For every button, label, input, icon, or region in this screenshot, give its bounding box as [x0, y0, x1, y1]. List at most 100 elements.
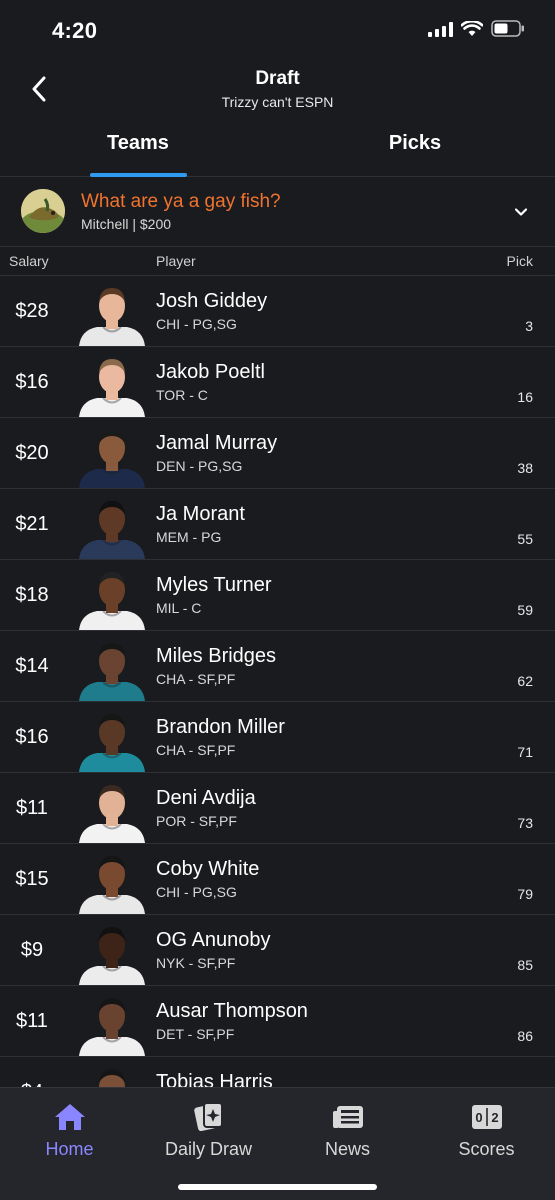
team-owner-budget: Mitchell | $200 [81, 216, 172, 232]
player-team-position: CHA - SF,PF [156, 671, 236, 687]
player-salary: $28 [15, 300, 49, 322]
column-player: Player [156, 253, 196, 269]
table-row[interactable]: $18 Myles Turner MIL - C 59 [0, 560, 555, 631]
player-team-position: POR - SF,PF [156, 813, 237, 829]
signal-icon [428, 21, 453, 37]
player-team-position: NYK - SF,PF [156, 955, 236, 971]
player-headshot [75, 850, 149, 914]
player-salary: $18 [15, 584, 49, 606]
player-name: Deni Avdija [156, 787, 256, 809]
player-salary: $14 [15, 655, 49, 677]
player-salary: $16 [15, 371, 49, 393]
player-pick-number: 79 [517, 886, 533, 902]
table-row[interactable]: $20 Jamal Murray DEN - PG,SG 38 [0, 418, 555, 489]
tabbar-news[interactable]: News [278, 1102, 417, 1160]
player-name: Miles Bridges [156, 645, 277, 667]
player-salary: $20 [15, 442, 49, 464]
player-name: Ja Morant [156, 503, 245, 525]
news-icon [331, 1102, 365, 1132]
chevron-down-icon[interactable] [511, 202, 531, 222]
player-name: OG Anunoby [156, 929, 271, 951]
table-row[interactable]: $28 Josh Giddey CHI - PG,SG 3 [0, 276, 555, 347]
player-name: Coby White [156, 858, 260, 880]
player-headshot [75, 353, 149, 417]
draft-screen: 4:20 Draft Trizzy can't ESPN Teams Picks… [0, 0, 555, 1200]
tab-teams[interactable]: Teams [38, 132, 238, 155]
player-pick-number: 73 [517, 815, 533, 831]
player-headshot [75, 424, 149, 488]
player-team-position: MEM - PG [156, 529, 222, 545]
player-team-position: MIL - C [156, 600, 202, 616]
player-team-position: CHA - SF,PF [156, 742, 236, 758]
player-team-position: CHI - PG,SG [156, 316, 237, 332]
player-salary: $16 [15, 726, 49, 748]
player-pick-number: 3 [525, 318, 533, 334]
player-name: Myles Turner [156, 574, 272, 596]
roster-column-header: Salary Player Pick [0, 247, 555, 276]
player-name: Ausar Thompson [156, 1000, 308, 1022]
tabbar-scores[interactable]: 0 2 Scores [417, 1102, 555, 1160]
home-indicator [178, 1184, 377, 1190]
player-headshot [75, 637, 149, 701]
player-salary: $15 [15, 868, 49, 890]
page-subtitle: Trizzy can't ESPN [221, 94, 334, 110]
player-pick-number: 16 [517, 389, 533, 405]
column-salary: Salary [9, 253, 49, 269]
team-name: What are ya a gay fish? [81, 191, 281, 212]
player-team-position: CHI - PG,SG [156, 884, 237, 900]
status-time: 4:20 [52, 18, 98, 43]
team-selector[interactable]: What are ya a gay fish? Mitchell | $200 [0, 177, 555, 247]
tabbar-home[interactable]: Home [0, 1102, 139, 1160]
player-pick-number: 62 [517, 673, 533, 689]
home-icon [53, 1102, 87, 1132]
table-row[interactable]: $11 Deni Avdija POR - SF,PF 73 [0, 773, 555, 844]
tabbar-daily-draw[interactable]: Daily Draw [139, 1102, 278, 1160]
player-team-position: DEN - PG,SG [156, 458, 243, 474]
table-row[interactable]: $15 Coby White CHI - PG,SG 79 [0, 844, 555, 915]
tab-picks[interactable]: Picks [315, 132, 515, 155]
tabbar-home-label: Home [45, 1139, 94, 1159]
tabbar-scores-label: Scores [458, 1139, 515, 1159]
player-headshot [75, 495, 149, 559]
player-name: Jakob Poeltl [156, 361, 265, 383]
roster-list: $28 Josh Giddey CHI - PG,SG 3 $16 Jakob Poelt… [0, 276, 555, 1128]
player-salary: $9 [20, 939, 44, 961]
table-row[interactable]: $11 Ausar Thompson DET - SF,PF 86 [0, 986, 555, 1057]
svg-text:2: 2 [491, 1110, 498, 1125]
scores-icon: 0 2 [470, 1102, 504, 1132]
page-title: Draft [255, 68, 300, 89]
player-salary: $11 [16, 797, 48, 819]
team-avatar [21, 189, 65, 233]
cards-icon [192, 1102, 226, 1132]
tabbar-daily-draw-label: Daily Draw [164, 1139, 252, 1159]
player-pick-number: 85 [517, 957, 533, 973]
player-name: Brandon Miller [156, 716, 285, 738]
column-pick: Pick [506, 253, 533, 269]
player-salary: $11 [16, 1010, 48, 1032]
player-pick-number: 38 [517, 460, 533, 476]
table-row[interactable]: $14 Miles Bridges CHA - SF,PF 62 [0, 631, 555, 702]
player-pick-number: 59 [517, 602, 533, 618]
player-headshot [75, 282, 149, 346]
player-pick-number: 71 [517, 744, 533, 760]
table-row[interactable]: $16 Jakob Poeltl TOR - C 16 [0, 347, 555, 418]
player-headshot [75, 566, 149, 630]
nav-header: Draft Trizzy can't ESPN [0, 60, 555, 120]
wifi-icon [461, 20, 483, 36]
player-team-position: TOR - C [156, 387, 208, 403]
battery-icon [491, 20, 524, 37]
player-pick-number: 55 [517, 531, 533, 547]
player-headshot [75, 921, 149, 985]
player-salary: $21 [15, 513, 49, 535]
tabbar-news-label: News [324, 1139, 370, 1159]
table-row[interactable]: $9 OG Anunoby NYK - SF,PF 85 [0, 915, 555, 986]
segment-tabs: Teams Picks [0, 120, 555, 177]
player-team-position: DET - SF,PF [156, 1026, 235, 1042]
player-headshot [75, 779, 149, 843]
player-name: Jamal Murray [156, 432, 278, 454]
table-row[interactable]: $21 Ja Morant MEM - PG 55 [0, 489, 555, 560]
player-headshot [75, 992, 149, 1056]
status-icons [428, 20, 525, 37]
table-row[interactable]: $16 Brandon Miller CHA - SF,PF 71 [0, 702, 555, 773]
status-bar: 4:20 [0, 0, 555, 60]
